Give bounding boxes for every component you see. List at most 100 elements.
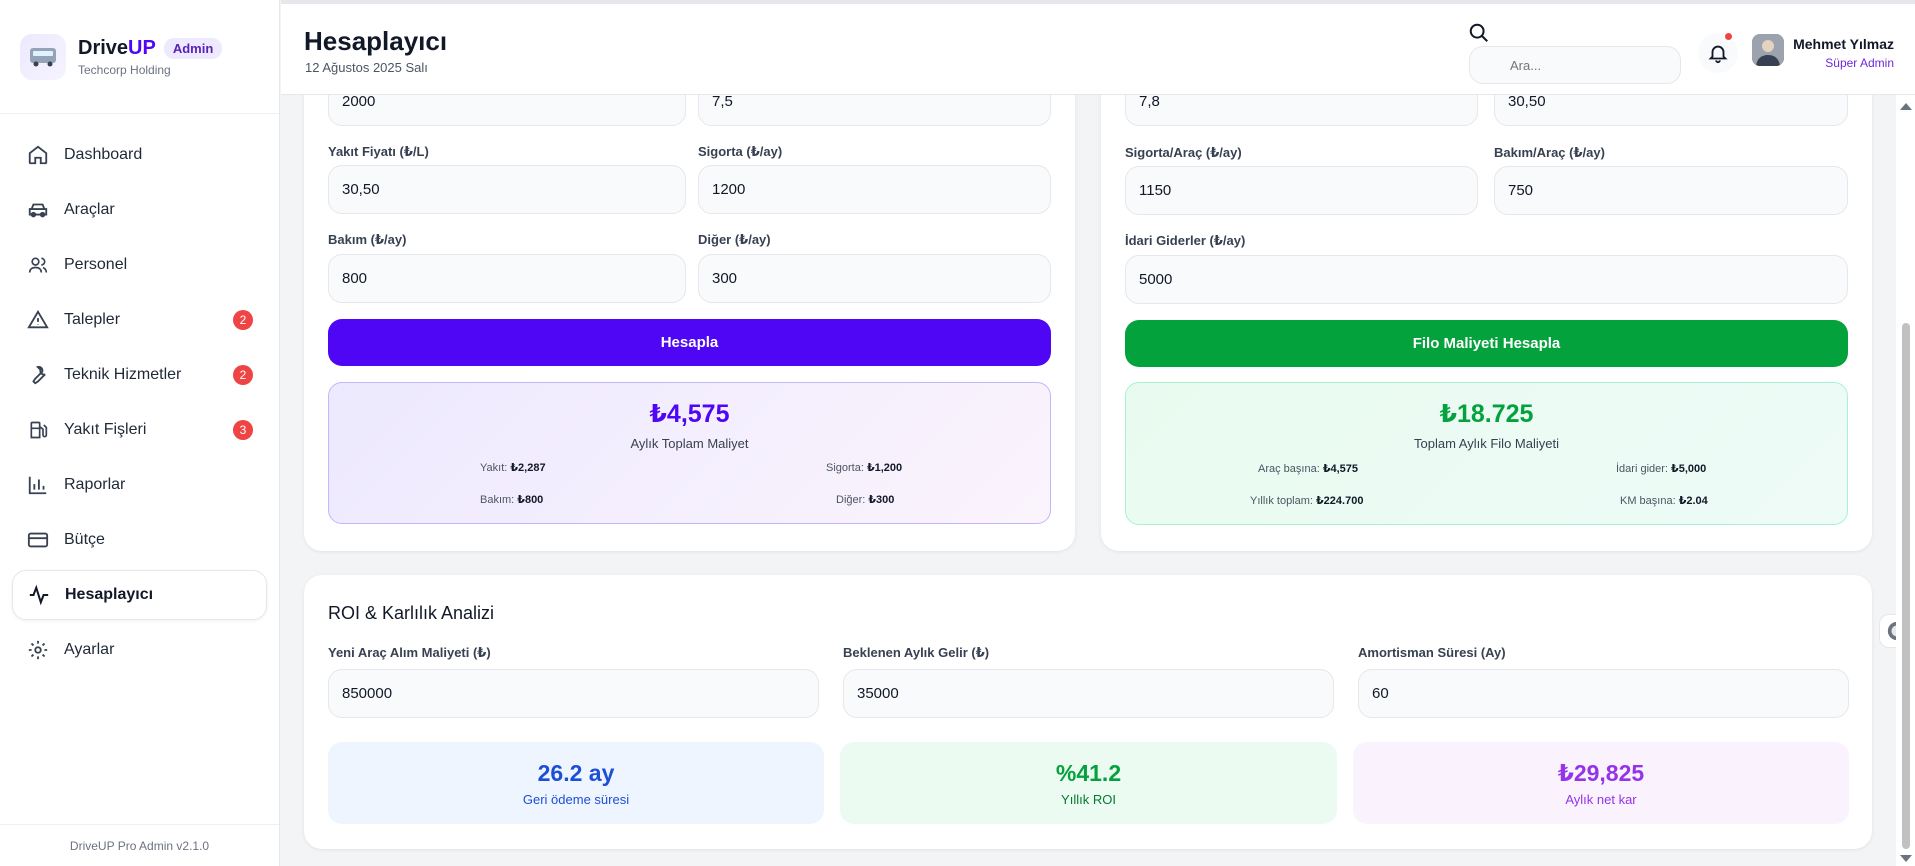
maintenance-input[interactable] <box>328 254 686 303</box>
notifications-button[interactable] <box>1698 31 1738 73</box>
expected-income-label: Beklenen Aylık Gelir (₺) <box>843 645 990 660</box>
scroll-thumb[interactable] <box>1902 323 1910 849</box>
fleet-cost-card: Sigorta/Araç (₺/ay) Bakım/Araç (₺/ay) İd… <box>1101 60 1872 551</box>
sidebar-item-requests[interactable]: Talepler 2 <box>12 295 267 345</box>
fleet-calculate-button[interactable]: Filo Maliyeti Hesapla <box>1125 320 1848 367</box>
sidebar-item-personnel[interactable]: Personel <box>12 240 267 290</box>
page-date: 12 Ağustos 2025 Salı <box>305 60 428 75</box>
maintenance-label: Bakım (₺/ay) <box>328 232 407 247</box>
sidebar-item-label: Bütçe <box>64 531 105 548</box>
insurance-per-vehicle-label: Sigorta/Araç (₺/ay) <box>1125 145 1242 160</box>
sidebar-item-budget[interactable]: Bütçe <box>12 515 267 565</box>
wallet-icon <box>26 528 50 552</box>
sidebar-item-label: Araçlar <box>64 201 115 218</box>
monthly-total-value: ₺4,575 <box>649 400 730 428</box>
brand-name: DriveUP Admin <box>78 37 223 60</box>
sidebar-item-label: Teknik Hizmetler <box>64 366 182 383</box>
other-input[interactable] <box>698 254 1051 303</box>
insurance-label: Sigorta (₺/ay) <box>698 144 783 159</box>
requests-count-badge: 2 <box>233 310 253 330</box>
roi-card: ROI & Karlılık Analizi Yeni Araç Alım Ma… <box>304 575 1872 849</box>
vehicle-cost-card: Yakıt Fiyatı (₺/L) Sigorta (₺/ay) Bakım … <box>304 60 1075 551</box>
roi-title: ROI & Karlılık Analizi <box>328 603 495 623</box>
admin-expenses-input[interactable] <box>1125 255 1848 304</box>
fleet-result-panel: ₺18.725 Toplam Aylık Filo Maliyeti Araç … <box>1125 382 1848 525</box>
sidebar-item-technical-services[interactable]: Teknik Hizmetler 2 <box>12 350 267 400</box>
bus-logo-icon <box>30 47 56 66</box>
net-profit-value: ₺29,825 <box>1557 760 1645 786</box>
user-name[interactable]: Mehmet Yılmaz <box>1793 36 1894 52</box>
sidebar-item-label: Hesaplayıcı <box>65 586 154 603</box>
car-icon <box>26 198 50 222</box>
purchase-cost-label: Yeni Araç Alım Maliyeti (₺) <box>328 645 491 660</box>
alert-triangle-icon <box>26 308 50 332</box>
home-icon <box>26 143 50 167</box>
version-footer: DriveUP Pro Admin v2.1.0 <box>0 824 279 866</box>
scroll-up-arrow[interactable] <box>1900 103 1912 110</box>
depreciation-label: Amortisman Süresi (Ay) <box>1358 645 1506 660</box>
sidebar: DriveUP Admin Techcorp Holding Dashboard… <box>0 0 280 866</box>
depreciation-input[interactable] <box>1358 669 1849 718</box>
gear-icon <box>26 638 50 662</box>
maintenance-per-vehicle-label: Bakım/Araç (₺/ay) <box>1494 145 1605 160</box>
sidebar-item-label: Talepler <box>64 311 121 328</box>
notification-dot <box>1723 31 1734 42</box>
yearly-total-breakdown: Yıllık toplam: ₺224.700 <box>1250 495 1364 507</box>
payback-label: Geri ödeme süresi <box>522 792 630 807</box>
admin-expenses-label: İdari Giderler (₺/ay) <box>1125 233 1246 248</box>
brand-logo[interactable] <box>20 33 66 80</box>
company-name: Techcorp Holding <box>78 62 171 77</box>
insurance-input[interactable] <box>698 165 1051 214</box>
sidebar-item-label: Personel <box>64 256 128 273</box>
fuel-price-label: Yakıt Fiyatı (₺/L) <box>328 144 429 159</box>
technical-count-badge: 2 <box>233 365 253 385</box>
fleet-total-label: Toplam Aylık Filo Maliyeti <box>1414 436 1559 451</box>
other-breakdown: Diğer: ₺300 <box>836 494 895 506</box>
annual-roi-metric: %41.2 Yıllık ROI <box>840 742 1337 824</box>
net-profit-label: Aylık net kar <box>1565 792 1637 807</box>
sidebar-item-calculator[interactable]: Hesaplayıcı <box>12 570 267 620</box>
scroll-down-arrow[interactable] <box>1900 855 1912 862</box>
purchase-cost-input[interactable] <box>328 669 819 718</box>
admin-badge: Admin <box>163 37 223 59</box>
sidebar-item-dashboard[interactable]: Dashboard <box>12 130 267 180</box>
payback-metric: 26.2 ay Geri ödeme süresi <box>328 742 824 824</box>
annual-roi-value: %41.2 <box>1055 760 1122 786</box>
per-km-breakdown: KM başına: ₺2.04 <box>1620 495 1708 507</box>
search-icon[interactable] <box>1468 22 1490 49</box>
monthly-total-label: Aylık Toplam Maliyet <box>630 436 749 451</box>
maintenance-per-vehicle-input[interactable] <box>1494 166 1848 215</box>
sidebar-item-reports[interactable]: Raporlar <box>12 460 267 510</box>
wrench-icon <box>26 363 50 387</box>
avatar[interactable] <box>1752 34 1784 66</box>
page-title: Hesaplayıcı <box>304 26 448 56</box>
fuel-price-input[interactable] <box>328 165 686 214</box>
user-role: Süper Admin <box>1825 56 1894 70</box>
sidebar-item-fuel-receipts[interactable]: Yakıt Fişleri 3 <box>12 405 267 455</box>
net-profit-metric: ₺29,825 Aylık net kar <box>1353 742 1849 824</box>
expected-income-input[interactable] <box>843 669 1334 718</box>
top-header: Hesaplayıcı 12 Ağustos 2025 Salı Mehmet … <box>281 0 1915 95</box>
annual-roi-label: Yıllık ROI <box>1061 792 1116 807</box>
sidebar-item-settings[interactable]: Ayarlar <box>12 625 267 675</box>
payback-value: 26.2 ay <box>537 760 615 786</box>
page-scrollbar[interactable] <box>1896 95 1915 866</box>
sidebar-item-vehicles[interactable]: Araçlar <box>12 185 267 235</box>
insurance-per-vehicle-input[interactable] <box>1125 166 1478 215</box>
activity-icon <box>27 583 51 607</box>
vehicle-result-panel: ₺4,575 Aylık Toplam Maliyet Yakıt: ₺2,28… <box>328 382 1051 524</box>
admin-breakdown: İdari gider: ₺5,000 <box>1616 463 1707 475</box>
sidebar-item-label: Dashboard <box>64 146 143 163</box>
bell-icon <box>1708 45 1728 64</box>
bar-chart-icon <box>26 473 50 497</box>
fleet-total-value: ₺18.725 <box>1439 400 1534 428</box>
calculate-button[interactable]: Hesapla <box>328 319 1051 366</box>
search-input[interactable] <box>1469 46 1681 84</box>
per-vehicle-breakdown: Araç başına: ₺4,575 <box>1258 463 1359 475</box>
maintenance-breakdown: Bakım: ₺800 <box>480 494 544 506</box>
other-label: Diğer (₺/ay) <box>698 232 771 247</box>
sidebar-nav: Dashboard Araçlar Personel Talepler 2 Te… <box>0 114 279 675</box>
users-icon <box>26 253 50 277</box>
sidebar-item-label: Raporlar <box>64 476 126 493</box>
fuel-icon <box>26 418 50 442</box>
